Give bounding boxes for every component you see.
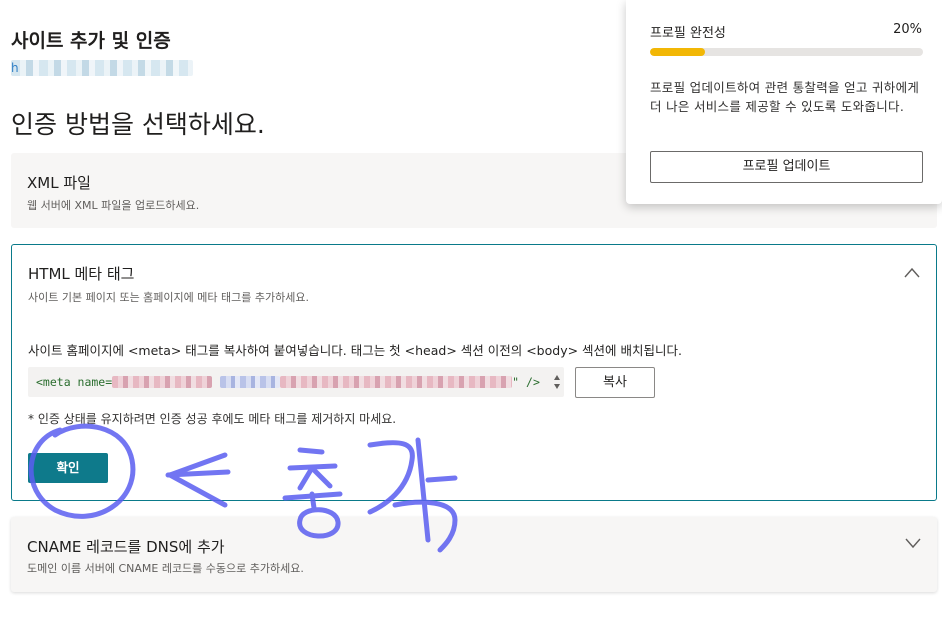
section-heading: 인증 방법을 선택하세요. [11,110,265,139]
site-url-prefix: h [11,61,19,75]
chevron-up-icon[interactable] [904,265,920,279]
profile-description: 프로필 업데이트하여 관련 통찰력을 얻고 귀하에게 더 나은 서비스를 제공할… [650,80,920,114]
page-title: 사이트 추가 및 인증 [11,30,171,52]
scroll-arrows-icon[interactable] [553,372,561,392]
method-title-cname: CNAME 레코드를 DNS에 추가 [27,538,225,556]
update-profile-button[interactable]: 프로필 업데이트 [650,151,923,183]
method-title-html-meta: HTML 메타 태그 [28,265,135,283]
meta-tag-code-field[interactable]: <meta name= " /> [28,367,564,397]
meta-tag-note: * 인증 상태를 유지하려면 인증 성공 후에도 메타 태그를 제거하지 마세요… [28,412,397,426]
method-card-cname[interactable]: CNAME 레코드를 DNS에 추가 도메인 이름 서버에 CNAME 레코드를… [11,517,937,592]
method-desc-cname: 도메인 이름 서버에 CNAME 레코드를 수동으로 추가하세요. [27,562,304,575]
confirm-button[interactable]: 확인 [28,453,108,483]
profile-completeness-panel: 프로필 완전성 20% 프로필 업데이트하여 관련 통찰력을 얻고 귀하에게 더… [626,0,942,204]
method-title-xml: XML 파일 [27,174,91,192]
copy-button[interactable]: 복사 [575,367,655,398]
profile-progress-fill [650,48,705,56]
redacted-text [112,375,213,388]
meta-tag-code-prefix: <meta name= [36,375,113,389]
method-desc-xml: 웹 서버에 XML 파일을 업로드하세요. [27,199,200,212]
meta-tag-code-suffix: " /> [512,375,540,389]
chevron-down-icon[interactable] [905,535,921,549]
redacted-text [220,375,281,388]
meta-tag-instruction: 사이트 홈페이지에 <meta> 태그를 복사하여 붙여넣습니다. 태그는 첫 … [28,343,682,358]
site-url-redacted: h [11,60,193,76]
profile-progress-bar [650,48,923,56]
redacted-text [280,375,513,388]
method-card-html-meta[interactable]: HTML 메타 태그 사이트 기본 페이지 또는 홈페이지에 메타 태그를 추가… [11,244,937,501]
profile-title: 프로필 완전성 [650,26,726,41]
profile-percent: 20% [893,22,922,37]
method-desc-html-meta: 사이트 기본 페이지 또는 홈페이지에 메타 태그를 추가하세요. [28,291,309,304]
